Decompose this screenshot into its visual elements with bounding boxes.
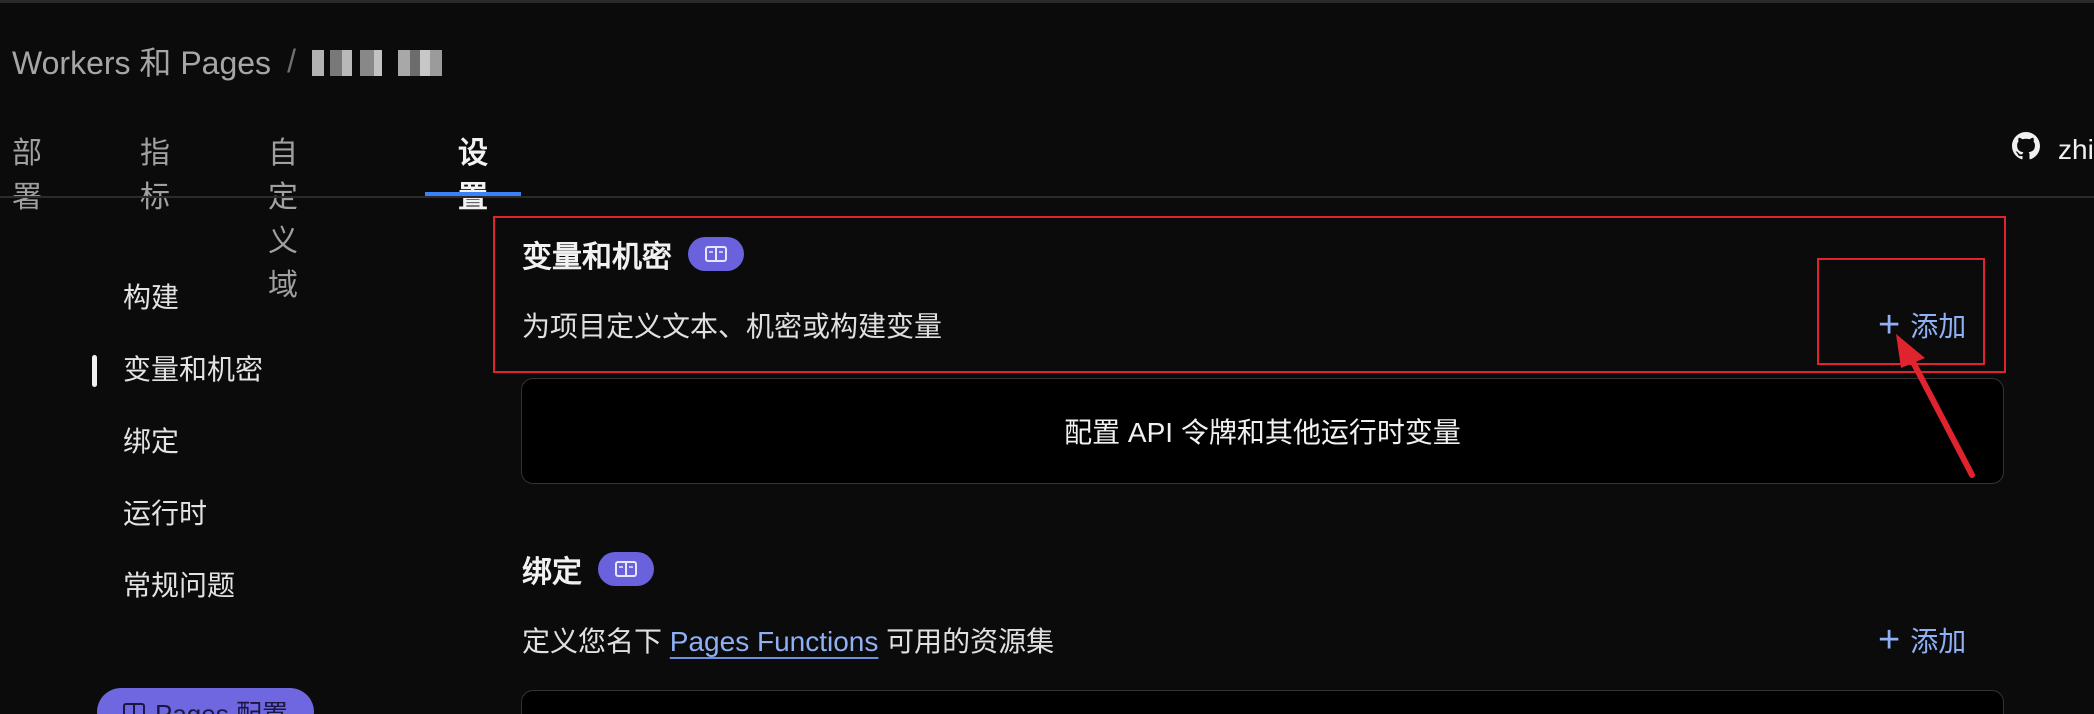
breadcrumb: Workers 和 Pages / — [12, 38, 442, 84]
annotation-add-highlight-box — [1817, 258, 1985, 365]
github-account-label: zhi — [2058, 133, 2094, 165]
bindings-title-text: 绑定 — [522, 556, 582, 589]
sidenav-item-runtime[interactable]: 运行时 — [90, 486, 263, 558]
sidenav-item-variables-secrets[interactable]: 变量和机密 — [90, 342, 263, 414]
sidenav-item-build[interactable]: 构建 — [90, 270, 263, 342]
tab-metrics[interactable]: 指标 — [140, 118, 170, 214]
github-icon — [2012, 132, 2040, 167]
bindings-empty-state — [521, 690, 2004, 714]
bindings-desc-after: 可用的资源集 — [886, 626, 1055, 657]
tab-custom-domains[interactable]: 自定义域 — [268, 118, 298, 302]
settings-sidenav: 构建 变量和机密 绑定 运行时 常规问题 — [90, 270, 263, 630]
docs-book-icon[interactable] — [598, 552, 654, 586]
pages-functions-link[interactable]: Pages Functions — [670, 626, 879, 657]
pages-config-button[interactable]: Pages 配置 — [97, 688, 314, 714]
breadcrumb-project-redacted — [311, 50, 442, 76]
book-icon — [123, 697, 145, 714]
github-repo-link[interactable]: zhi — [2012, 132, 2094, 167]
variables-empty-state: 配置 API 令牌和其他运行时变量 — [521, 378, 2004, 484]
bindings-description: 定义您名下 Pages Functions 可用的资源集 — [522, 620, 1054, 660]
top-border — [0, 0, 2094, 3]
tab-deployments[interactable]: 部署 — [12, 118, 42, 214]
bindings-desc-before: 定义您名下 — [522, 626, 663, 657]
bindings-section-title: 绑定 — [522, 547, 654, 591]
page: Workers 和 Pages / 部署 指标 自定义域 设置 zhi 构建 变… — [0, 0, 2094, 714]
breadcrumb-root[interactable]: Workers 和 Pages — [12, 38, 271, 84]
tabs-divider — [0, 196, 2094, 198]
add-binding-label: 添加 — [1910, 626, 1967, 657]
sidenav-item-bindings[interactable]: 绑定 — [90, 414, 263, 486]
variables-empty-text: 配置 API 令牌和其他运行时变量 — [1064, 417, 1461, 448]
tab-settings[interactable]: 设置 — [425, 118, 521, 214]
plus-icon: + — [1878, 619, 1901, 661]
sidenav-item-general[interactable]: 常规问题 — [90, 558, 263, 630]
annotation-highlight-box — [493, 216, 2006, 373]
breadcrumb-separator: / — [287, 42, 296, 79]
add-binding-button[interactable]: + 添加 — [1878, 620, 1966, 660]
pages-config-label: Pages 配置 — [155, 698, 288, 714]
